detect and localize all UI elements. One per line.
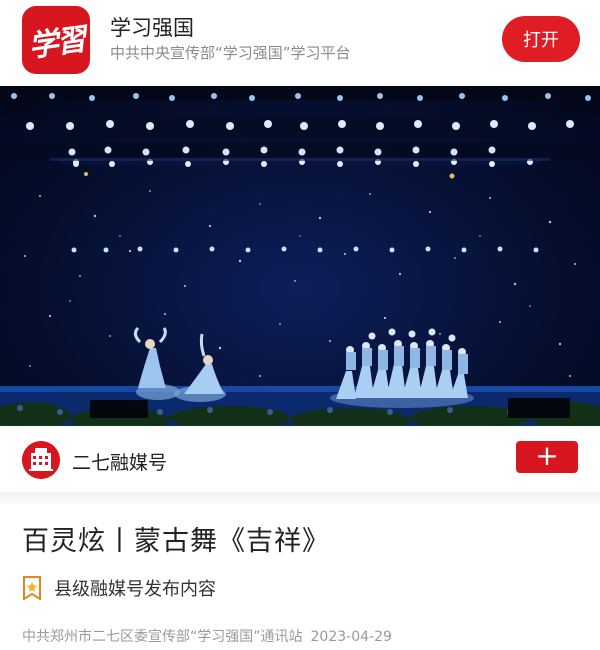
account-name[interactable]: 二七融媒号	[72, 448, 167, 475]
article-title: 百灵炫丨蒙古舞《吉祥》	[22, 526, 330, 557]
article-meta: 中共郑州市二七区委宣传部“学习强国”通讯站 2023-04-29	[22, 626, 392, 646]
open-app-button[interactable]: 打开	[502, 16, 580, 62]
section-divider	[0, 492, 600, 504]
building-icon[interactable]	[22, 441, 60, 479]
app-download-banner: 学習 学习强国 中共中央宣传部“学习强国”学习平台 打开	[0, 0, 600, 86]
account-row[interactable]: 二七融媒号 +	[0, 426, 600, 493]
star-badge-icon	[23, 576, 41, 600]
tag-text: 县级融媒号发布内容	[54, 579, 216, 600]
follow-button[interactable]: +	[516, 441, 578, 473]
app-subtitle: 中共中央宣传部“学习强国”学习平台	[110, 44, 351, 62]
app-logo-text: 学習	[26, 22, 87, 65]
stage-performance-image	[0, 86, 600, 426]
article-source: 中共郑州市二七区委宣传部“学习强国”通讯站	[22, 629, 303, 645]
app-name: 学习强国	[110, 16, 194, 40]
publish-date: 2023-04-29	[310, 629, 392, 645]
video-player[interactable]	[0, 86, 600, 426]
content-tag: 县级融媒号发布内容	[22, 575, 216, 601]
app-logo[interactable]: 学習	[22, 6, 90, 74]
